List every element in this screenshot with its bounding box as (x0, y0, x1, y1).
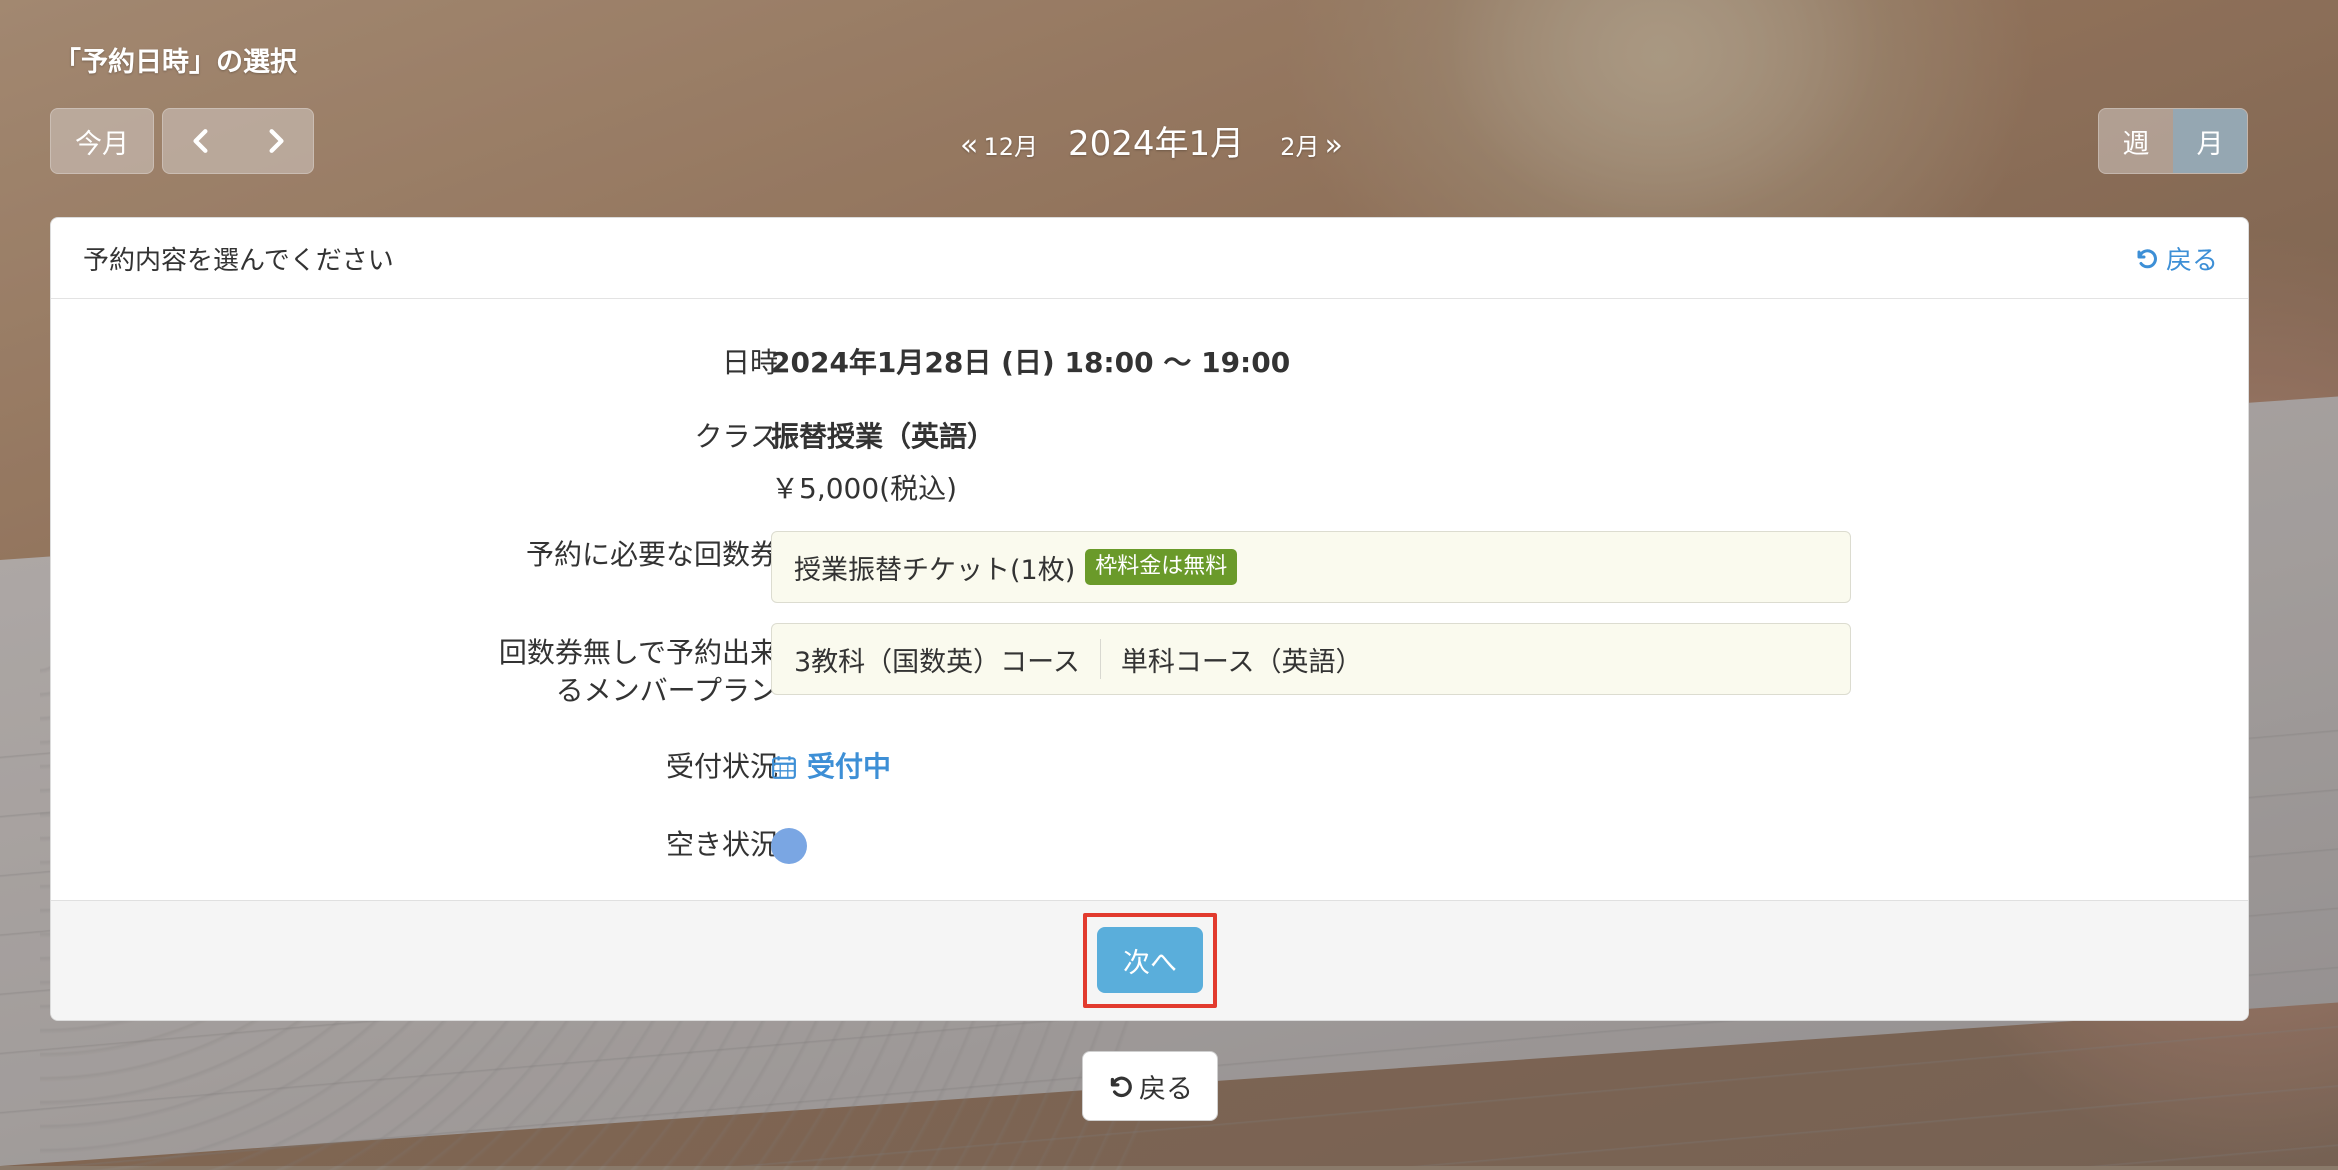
reservation-panel: 予約内容を選んでください 戻る 日時 2024年1月28日 (日) 18:00 … (50, 217, 2249, 1021)
ticket-box: 授業振替チケット(1枚) 枠料金は無料 (771, 531, 1851, 603)
datetime-value: 2024年1月28日 (日) 18:00 〜 19:00 (771, 346, 1291, 379)
month-navigator: « 12月 2024年1月 2月 » (960, 116, 1343, 172)
ticket-label: 予約に必要な回数券 (525, 538, 778, 571)
double-chevron-left-icon: « (960, 128, 979, 163)
datetime-label: 日時 (721, 346, 778, 379)
current-month: 2024年1月 (1068, 124, 1245, 164)
calendar-icon (772, 756, 796, 779)
reception-value: 受付中 (807, 750, 892, 783)
availability-label: 空き状況 (665, 828, 778, 861)
ticket-value: 授業振替チケット(1枚) (794, 554, 1076, 586)
plan-label-line1: 回数券無しで予約出来 (498, 636, 778, 669)
availability-indicator (771, 826, 807, 864)
back-button-label: 戻る (1139, 1073, 1193, 1105)
class-name: 振替授業（英語） (771, 420, 996, 453)
panel-heading: 予約内容を選んでください (83, 245, 394, 276)
next-month-label: 2月 (1280, 133, 1320, 161)
view-week-button[interactable]: 週 (2099, 109, 2173, 173)
plan-box: 3教科（国数英）コース 単科コース（英語） (771, 623, 1851, 695)
this-month-button[interactable]: 今月 (50, 108, 154, 174)
prev-month-label: 12月 (983, 133, 1038, 161)
panel-header: 予約内容を選んでください 戻る (51, 218, 2248, 299)
class-price: ￥5,000(税込) (771, 472, 958, 505)
reception-status: 受付中 (771, 748, 891, 786)
panel-back-label: 戻る (2165, 245, 2218, 276)
chevron-left-icon (192, 129, 207, 153)
double-chevron-right-icon: » (1324, 128, 1343, 163)
plan-divider (1099, 639, 1101, 679)
chevron-right-icon (269, 129, 284, 153)
view-toggle: 週 月 (2098, 108, 2248, 174)
undo-icon (2137, 249, 2157, 269)
class-label: クラス (694, 420, 778, 453)
plan-label-line2: るメンバープラン (555, 674, 778, 707)
reception-label: 受付状況 (665, 750, 778, 783)
next-button[interactable]: 次へ (1097, 927, 1203, 993)
back-button[interactable]: 戻る (1082, 1051, 1218, 1121)
availability-dot (771, 828, 807, 864)
prev-month-link[interactable]: « 12月 (960, 127, 1038, 163)
month-nav-group (162, 108, 314, 174)
undo-icon (1110, 1076, 1132, 1098)
plan-item: 単科コース（英語） (1120, 646, 1363, 678)
page: 「予約日時」の選択 今月 « 12月 2024年1月 2月 » 週 月 予約内容… (0, 0, 2338, 1166)
free-fee-badge: 枠料金は無料 (1085, 549, 1238, 585)
next-button-nav[interactable] (238, 109, 313, 173)
panel-back-link[interactable]: 戻る (2134, 218, 2218, 298)
next-month-link[interactable]: 2月 » (1280, 127, 1343, 163)
plan-item: 3教科（国数英）コース (794, 646, 1080, 678)
prev-button[interactable] (163, 109, 238, 173)
view-month-button[interactable]: 月 (2173, 109, 2247, 173)
page-title: 「予約日時」の選択 (54, 47, 297, 78)
